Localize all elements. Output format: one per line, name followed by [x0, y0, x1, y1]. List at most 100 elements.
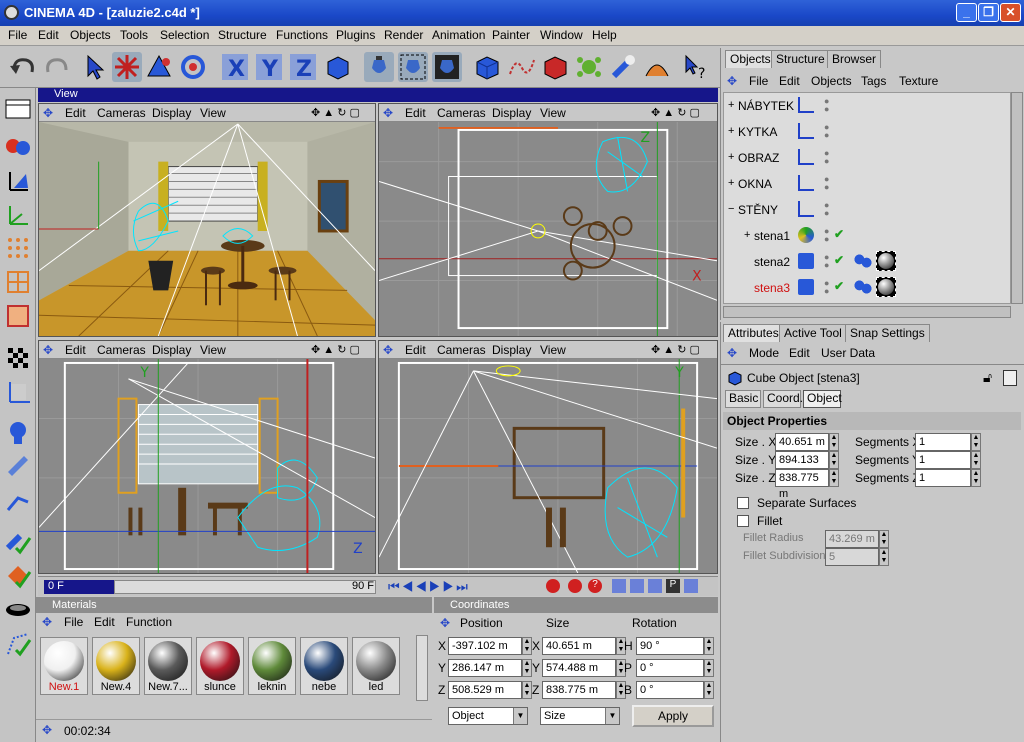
enabled-check-icon[interactable]: ✔	[834, 253, 844, 267]
model-mode-icon[interactable]	[4, 130, 32, 158]
size-z-input[interactable]: 838.775 m	[775, 469, 829, 500]
object-row[interactable]: + OBRAZ ● ●	[728, 149, 1008, 171]
playback-controls[interactable]: ⏮◀◀▶▶⏭	[388, 579, 470, 595]
layout-icon[interactable]	[4, 96, 32, 124]
menu-selection[interactable]: Selection	[160, 28, 209, 42]
objects-scrollbar[interactable]	[1011, 92, 1023, 304]
undo-icon[interactable]	[8, 52, 38, 82]
object-axis-icon[interactable]	[4, 166, 32, 194]
tab-structure[interactable]: Structure	[771, 50, 830, 68]
size-x-input[interactable]: 40.651 m	[775, 433, 829, 451]
objects-menu-tags[interactable]: Tags	[861, 74, 886, 88]
segments-z-spinner[interactable]: ▲ ▼	[971, 469, 981, 487]
help-pointer-icon[interactable]: ?	[682, 52, 712, 82]
redo-icon[interactable]	[42, 52, 72, 82]
expand-toggle[interactable]: +	[728, 99, 734, 111]
minimize-button[interactable]: _	[956, 3, 977, 22]
close-button[interactable]: ✕	[1000, 3, 1021, 22]
viewport-menu-view[interactable]: View	[540, 106, 566, 120]
key-rotation-icon[interactable]	[648, 579, 662, 593]
materials-menu-file[interactable]: File	[64, 615, 83, 629]
viewport-menu-view[interactable]: View	[540, 343, 566, 357]
subtab-object[interactable]: Object	[803, 390, 842, 408]
viewport-menu-edit[interactable]: Edit	[405, 343, 426, 357]
phong-tag-icon[interactable]	[854, 253, 872, 269]
object-name[interactable]: stena3	[754, 281, 790, 295]
auto-keyframe-icon[interactable]	[568, 579, 582, 593]
world-coords-icon[interactable]	[322, 52, 352, 82]
visibility-dots-icon[interactable]: ● ●	[824, 279, 829, 296]
visibility-dots-icon[interactable]: ● ●	[824, 175, 829, 192]
texture-axis-icon[interactable]	[4, 378, 32, 406]
deformer-icon[interactable]	[642, 52, 672, 82]
size-mode-select[interactable]: Size ▼	[540, 707, 620, 725]
spline-icon[interactable]	[506, 52, 536, 82]
attributes-menu-edit[interactable]: Edit	[789, 346, 810, 360]
new-manager-icon[interactable]	[1003, 370, 1017, 386]
z-axis-lock-icon[interactable]: Z	[288, 52, 318, 82]
object-name[interactable]: STĚNY	[738, 203, 778, 217]
material-swatch[interactable]: New.4	[92, 637, 140, 695]
tab-snap-settings[interactable]: Snap Settings	[845, 324, 930, 342]
viewport-nav-icons[interactable]: ✥ ▲ ↻ ▢	[311, 106, 360, 119]
objects-menu-edit[interactable]: Edit	[779, 74, 800, 88]
visibility-dots-icon[interactable]: ● ●	[824, 227, 829, 244]
objects-menu-texture[interactable]: Texture	[899, 74, 938, 88]
phong-tag-icon[interactable]	[854, 279, 872, 295]
tab-browser[interactable]: Browser	[827, 50, 882, 68]
size-y-spinner[interactable]: ▲ ▼	[829, 451, 839, 469]
animation-mode-icon[interactable]	[4, 418, 32, 446]
render-region-icon[interactable]	[398, 52, 428, 82]
menu-tools[interactable]: Tools	[120, 28, 148, 42]
subtab-coord[interactable]: Coord.	[763, 390, 803, 408]
menu-structure[interactable]: Structure	[218, 28, 267, 42]
viewport-menu-cameras[interactable]: Cameras	[97, 106, 146, 120]
rotation-spinner[interactable]: ▲ ▼	[704, 637, 714, 655]
expand-toggle[interactable]: +	[744, 229, 750, 241]
object-name[interactable]: KYTKA	[738, 125, 777, 139]
viewport-top[interactable]: ✥ Edit Cameras Display View ✥ ▲ ↻ ▢ X Z	[378, 103, 718, 337]
position-input[interactable]: 286.147 m	[448, 659, 522, 677]
key-scale-icon[interactable]	[630, 579, 644, 593]
position-spinner[interactable]: ▲ ▼	[522, 637, 532, 655]
rotation-input[interactable]: 0 °	[636, 681, 704, 699]
edges-mode-icon[interactable]	[4, 268, 32, 296]
viewport-nav-icons[interactable]: ✥ ▲ ↻ ▢	[311, 343, 360, 356]
object-row[interactable]: + KYTKA ● ●	[728, 123, 1008, 145]
cube-primitive-icon[interactable]	[472, 52, 502, 82]
segments-x-spinner[interactable]: ▲ ▼	[971, 433, 981, 451]
viewport-menu-cameras[interactable]: Cameras	[437, 106, 486, 120]
rotation-input[interactable]: 90 °	[636, 637, 704, 655]
top-wireframe[interactable]: X Z	[379, 122, 717, 336]
enable-axis-icon[interactable]	[4, 528, 32, 556]
viewport-nav-icons[interactable]: ✥ ▲ ↻ ▢	[651, 343, 700, 356]
viewport-menu-display[interactable]: Display	[152, 343, 191, 357]
enabled-check-icon[interactable]: ✔	[834, 279, 844, 293]
position-spinner[interactable]: ▲ ▼	[522, 659, 532, 677]
nurbs-icon[interactable]	[540, 52, 570, 82]
segments-y-input[interactable]: 1	[915, 451, 971, 469]
viewport-menu-edit[interactable]: Edit	[65, 106, 86, 120]
attributes-menu-mode[interactable]: Mode	[749, 346, 779, 360]
material-swatch[interactable]: New.7...	[144, 637, 192, 695]
subtab-basic[interactable]: Basic	[725, 390, 761, 408]
knife-tool-icon[interactable]	[4, 452, 32, 480]
polygons-mode-icon[interactable]	[4, 302, 32, 330]
menu-file[interactable]: File	[8, 28, 27, 42]
rotation-spinner[interactable]: ▲ ▼	[704, 659, 714, 677]
object-name[interactable]: stena2	[754, 255, 790, 269]
snap-icon[interactable]	[4, 562, 32, 590]
viewport-perspective[interactable]: ✥ Edit Cameras Display View ✥ ▲ ↻ ▢	[38, 103, 376, 337]
perspective-render[interactable]	[39, 122, 375, 336]
visibility-dots-icon[interactable]: ● ●	[824, 253, 829, 270]
visibility-dots-icon[interactable]: ● ●	[824, 97, 829, 114]
expand-toggle[interactable]: −	[728, 203, 734, 215]
render-picture-viewer-icon[interactable]	[432, 52, 462, 82]
pointer-icon[interactable]	[80, 52, 110, 82]
expand-toggle[interactable]: +	[728, 177, 734, 189]
viewport-menu-view[interactable]: View	[200, 343, 226, 357]
viewport-menu-display[interactable]: Display	[492, 106, 531, 120]
front-wireframe[interactable]: Y Z	[39, 359, 375, 573]
object-row[interactable]: + NÁBYTEK ● ●	[728, 97, 1008, 119]
object-name[interactable]: OBRAZ	[738, 151, 779, 165]
